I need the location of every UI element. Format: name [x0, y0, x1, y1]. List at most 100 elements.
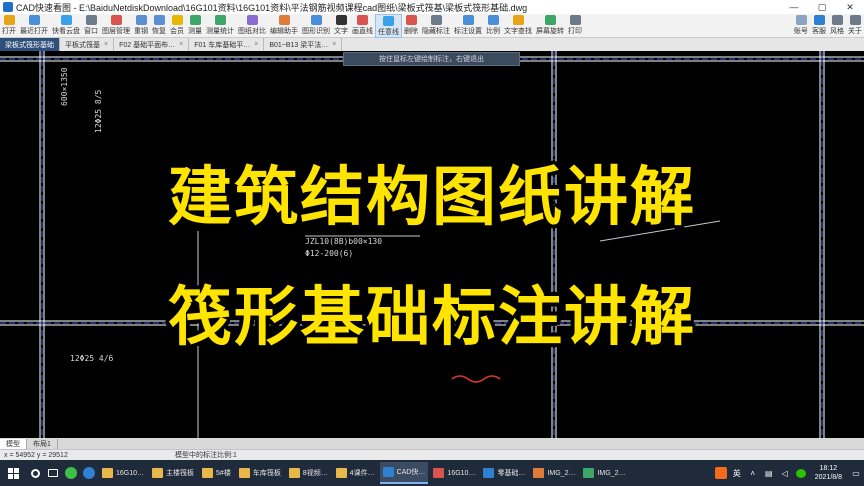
- drawing-canvas[interactable]: 600×1350 12Φ25 8/5 JZL10(8B)b00×130 Φ12-…: [0, 51, 864, 438]
- minimize-button[interactable]: —: [780, 2, 808, 12]
- tray-chevron-icon[interactable]: ˄: [747, 467, 759, 479]
- toolbar-icon: [813, 15, 825, 25]
- taskbar-task[interactable]: 5#楼: [199, 462, 234, 484]
- toolbar-button-4[interactable]: 图层管理: [100, 14, 132, 38]
- cad-annotation: Φ12-200(6): [305, 249, 354, 258]
- toolbar-icon: [405, 15, 417, 25]
- cad-annotation: 600×1350: [60, 67, 69, 106]
- document-tab[interactable]: F01 车库基础平… ×: [189, 38, 265, 51]
- toolbar-button-r0[interactable]: 账号: [792, 14, 810, 38]
- taskbar-task[interactable]: 16G10…: [430, 462, 478, 484]
- taskbar-task[interactable]: 车库筏板: [236, 462, 284, 484]
- network-icon[interactable]: ▤: [763, 467, 775, 479]
- toolbar-button-r2[interactable]: 风格: [828, 14, 846, 38]
- taskbar-task[interactable]: 主楼筏板: [149, 462, 197, 484]
- toolbar-button-9[interactable]: 测量统计: [204, 14, 236, 38]
- toolbar-label: 测量: [188, 28, 202, 35]
- toolbar-button-5[interactable]: 重钢: [132, 14, 150, 38]
- taskbar-task[interactable]: 零基础…: [480, 462, 528, 484]
- tab-close-icon[interactable]: ×: [104, 41, 108, 48]
- taskbar-task[interactable]: 16G10…: [99, 462, 147, 484]
- document-tab[interactable]: B01~B13 梁平法… ×: [264, 38, 343, 51]
- tab-model[interactable]: 模型: [0, 438, 27, 449]
- cad-viewer-app: CAD快速看图 - E:\BaiduNetdiskDownload\16G101…: [0, 0, 864, 486]
- maximize-button[interactable]: ▢: [808, 2, 836, 13]
- notification-icon[interactable]: ▭: [850, 467, 862, 479]
- task-view-icon[interactable]: [44, 460, 62, 486]
- wechat-icon[interactable]: [795, 467, 807, 479]
- document-tab[interactable]: 梁板式筏形基础: [0, 38, 60, 51]
- toolbar-button-11[interactable]: 编辑助手: [268, 14, 300, 38]
- volume-icon[interactable]: ◁: [779, 467, 791, 479]
- toolbar-label: 客服: [812, 28, 826, 35]
- green-app-icon[interactable]: [62, 460, 80, 486]
- windows-logo-icon: [7, 467, 19, 479]
- toolbar-icon: [110, 15, 122, 25]
- document-tab-label: F01 车库基础平…: [194, 41, 251, 49]
- toolbar-button-r1[interactable]: 客服: [810, 14, 828, 38]
- status-bar: x = 54952 y = 29512 模型中的标注比例:1: [0, 449, 864, 460]
- document-tab[interactable]: 平板式筏基 ×: [60, 38, 115, 51]
- toolbar-button-10[interactable]: 图纸对比: [236, 14, 268, 38]
- task-label: 16G10…: [447, 469, 476, 477]
- toolbar-icon: [795, 15, 807, 25]
- document-tab[interactable]: F02 基础平面布… ×: [114, 38, 190, 51]
- toolbar-icon: [310, 15, 322, 25]
- tab-close-icon[interactable]: ×: [332, 41, 336, 48]
- toolbar-button-r3[interactable]: 关于: [846, 14, 864, 38]
- toolbar-button-16[interactable]: 删除: [402, 14, 420, 38]
- toolbar-button-20[interactable]: 文字查找: [502, 14, 534, 38]
- task-label: 5#楼: [216, 470, 231, 477]
- task-app-icon: [583, 468, 595, 478]
- document-tab-label: 梁板式筏形基础: [5, 41, 54, 49]
- taskbar-task[interactable]: IMG_2…: [580, 462, 628, 484]
- toolbar-button-6[interactable]: 恢复: [150, 14, 168, 38]
- tab-close-icon[interactable]: ×: [179, 41, 183, 48]
- toolbar-button-7[interactable]: 会员: [168, 14, 186, 38]
- toolbar-icon: [831, 15, 843, 25]
- toolbar-button-3[interactable]: 窗口: [82, 14, 100, 38]
- toolbar-button-8[interactable]: 测量: [186, 14, 204, 38]
- edge-browser-icon[interactable]: [80, 460, 98, 486]
- clock-time: 18:12: [819, 465, 838, 472]
- toolbar-icon: [383, 16, 394, 26]
- toolbar-label: 文字查找: [504, 28, 532, 35]
- toolbar-button-0[interactable]: 打开: [0, 14, 18, 38]
- taskbar-task[interactable]: 8视频…: [286, 462, 331, 484]
- toolbar-button-18[interactable]: 标注设置: [452, 14, 484, 38]
- toolbar-button-12[interactable]: 图形识别: [300, 14, 332, 38]
- task-label: 16G10…: [116, 469, 145, 477]
- model-layout-tabs: 模型 布局1: [0, 438, 864, 449]
- taskbar-task[interactable]: CAD快…: [379, 462, 429, 484]
- task-label: CAD快…: [396, 469, 426, 476]
- document-tab-label: B01~B13 梁平法…: [269, 41, 329, 49]
- toolbar-icon: [28, 15, 40, 25]
- system-clock[interactable]: 18:12 2021/8/8: [809, 464, 848, 482]
- toolbar-button-2[interactable]: 快看云盘: [50, 14, 82, 38]
- toolbar-button-17[interactable]: 隐藏标注: [420, 14, 452, 38]
- toolbar-icon: [544, 15, 556, 25]
- tab-layout1[interactable]: 布局1: [27, 438, 58, 449]
- system-tray: 英 ˄ ▤ ◁ 18:12 2021/8/8 ▭: [713, 460, 864, 486]
- toolbar-icon: [85, 15, 97, 25]
- taskbar-task[interactable]: IMG_2…: [530, 462, 578, 484]
- toolbar-button-1[interactable]: 最近打开: [18, 14, 50, 38]
- toolbar-button-21[interactable]: 屏幕旋转: [534, 14, 566, 38]
- task-app-icon: [533, 468, 545, 478]
- sogou-input-icon[interactable]: [714, 467, 727, 479]
- start-button[interactable]: [0, 460, 26, 486]
- search-icon[interactable]: [26, 460, 44, 486]
- toolbar-button-15[interactable]: 任意线: [375, 14, 402, 38]
- toolbar-button-13[interactable]: 文字: [332, 14, 350, 38]
- tab-close-icon[interactable]: ×: [254, 41, 258, 48]
- taskbar-task[interactable]: 4课件…: [333, 462, 378, 484]
- task-app-icon: [382, 467, 394, 477]
- toolbar-button-19[interactable]: 比例: [484, 14, 502, 38]
- toolbar-icon: [849, 15, 861, 25]
- toolbar-icon: [135, 15, 147, 25]
- close-button[interactable]: ✕: [836, 2, 864, 13]
- ime-indicator[interactable]: 英: [731, 467, 743, 479]
- clock-date: 2021/8/8: [814, 474, 842, 481]
- toolbar-button-14[interactable]: 画直线: [350, 14, 375, 38]
- toolbar-button-22[interactable]: 打印: [566, 14, 584, 38]
